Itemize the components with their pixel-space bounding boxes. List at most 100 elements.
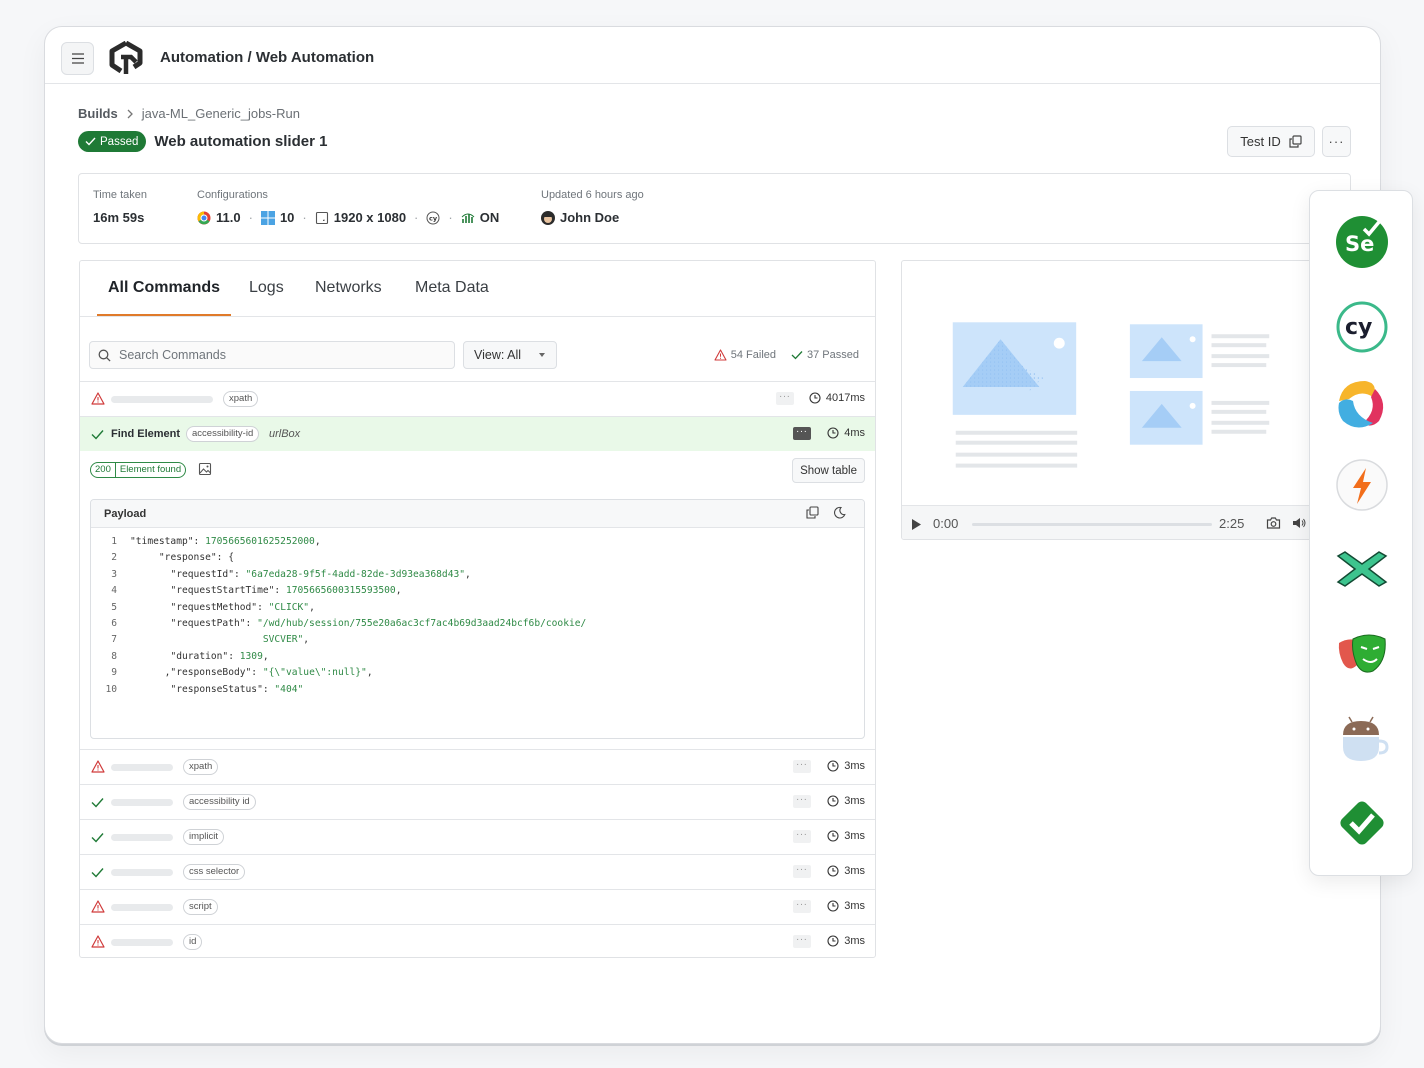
more-options-icon[interactable]: ··· [793, 795, 811, 808]
more-options-icon[interactable]: ··· [793, 760, 811, 773]
line-number: 4 [111, 585, 117, 597]
warning-icon [91, 935, 105, 948]
locator-pill: accessibility-id [186, 426, 260, 442]
code-line: 4 "requestStartTime": 170566560031559350… [91, 585, 864, 601]
locator-pill: implicit [183, 829, 225, 845]
line-number: 7 [111, 634, 117, 646]
view-select-label: View: All [474, 348, 522, 362]
screenshot-icon[interactable] [198, 462, 212, 476]
command-row[interactable]: xpath ··· 4017ms [80, 381, 875, 416]
test-id-button[interactable]: Test ID [1227, 126, 1315, 157]
xcuitest-icon[interactable] [1335, 542, 1389, 596]
camera-icon[interactable] [1266, 516, 1281, 530]
command-row[interactable]: xpath ··· 3ms [80, 749, 875, 784]
configurations-label: Configurations [197, 189, 268, 201]
clock-icon [827, 935, 839, 947]
menu-button[interactable] [61, 42, 94, 75]
duration-value: 4017ms [825, 392, 865, 404]
code-text: "response": { [158, 552, 234, 564]
command-name-placeholder [111, 939, 173, 946]
search-box[interactable] [89, 341, 455, 369]
playwright-icon[interactable] [1335, 627, 1389, 681]
user: John Doe [541, 210, 644, 225]
payload-title: Payload [104, 508, 147, 520]
more-options-icon[interactable]: ··· [793, 900, 811, 913]
test-id-label: Test ID [1240, 134, 1281, 149]
more-options-icon[interactable]: ··· [793, 935, 811, 948]
more-options-icon[interactable]: ··· [793, 830, 811, 843]
app-title: Automation / Web Automation [160, 49, 375, 66]
show-table-button[interactable]: Show table [792, 458, 865, 483]
warning-icon [91, 760, 105, 773]
updated-label: Updated 6 hours ago [541, 189, 644, 201]
dark-mode-icon[interactable] [833, 506, 846, 519]
video-controls: 0:00 2:25 [902, 505, 1320, 539]
failed-count[interactable]: 54 Failed [714, 349, 776, 361]
line-number: 9 [111, 667, 117, 679]
passed-count[interactable]: 37 Passed [791, 349, 859, 361]
duration-value: 3ms [844, 935, 865, 947]
play-icon[interactable] [911, 518, 922, 531]
result-counts: 54 Failed 37 Passed [714, 349, 859, 361]
command-duration: 3ms [827, 795, 865, 807]
command-duration: 3ms [827, 830, 865, 842]
code-line: 7 SVCVER", [91, 634, 864, 650]
espresso-icon[interactable] [1335, 711, 1389, 765]
test-header: Passed Web automation slider 1 [78, 131, 327, 152]
line-number: 2 [111, 552, 117, 564]
search-input[interactable] [119, 348, 439, 362]
more-options-button[interactable]: ··· [1322, 126, 1351, 157]
command-row[interactable]: id ··· 3ms [80, 924, 875, 959]
configurations-value: 11.0 · 10 · 1920 x 1080 · cy · ON [197, 210, 499, 225]
command-row[interactable]: Find Element accessibility-id urlBox ··· 4ms [80, 416, 875, 451]
tab-logs[interactable]: Logs [249, 279, 284, 297]
svg-text:cy: cy [429, 214, 438, 222]
testcafe-icon[interactable] [1335, 377, 1389, 431]
command-name-placeholder [111, 799, 173, 806]
status-badge: Passed [78, 131, 147, 152]
katalon-icon[interactable] [1335, 796, 1389, 850]
volume-icon[interactable] [1292, 517, 1306, 529]
breadcrumb-build[interactable]: java-ML_Generic_jobs-Run [142, 106, 300, 121]
code-line: 6 "requestPath": "/wd/hub/session/755e20… [91, 618, 864, 634]
tab-meta-data[interactable]: Meta Data [415, 279, 489, 297]
more-options-icon[interactable]: ··· [793, 427, 811, 440]
locator-pill: xpath [223, 391, 259, 407]
tab-all-commands[interactable]: All Commands [108, 279, 220, 297]
view-select[interactable]: View: All [463, 341, 557, 369]
command-duration: 4ms [827, 427, 865, 439]
command-row[interactable]: css selector ··· 3ms [80, 854, 875, 889]
network-icon [461, 213, 475, 223]
selenium-icon[interactable]: Se [1335, 215, 1389, 269]
check-icon [91, 798, 104, 808]
code-text: "requestId": "6a7eda28-9f5f-4add-82de-3d… [170, 568, 471, 580]
command-row[interactable]: script ··· 3ms [80, 889, 875, 924]
command-duration: 3ms [827, 865, 865, 877]
clock-icon [827, 900, 839, 912]
code-text: "timestamp": 1705665601625252000, [130, 536, 321, 547]
chrome-icon [197, 211, 211, 224]
time-taken: Time taken 16m 59s [93, 189, 147, 225]
browser-version: 11.0 [216, 210, 241, 225]
command-name-placeholder [111, 904, 173, 911]
copy-icon[interactable] [806, 506, 819, 519]
cypress-icon[interactable]: cy [1335, 300, 1389, 354]
status-icon [91, 865, 105, 879]
command-duration: 3ms [827, 760, 865, 772]
status-icon [91, 795, 105, 809]
nightwatch-icon[interactable] [1335, 458, 1389, 512]
video-player: 0:00 2:25 [901, 260, 1321, 540]
tab-networks[interactable]: Networks [315, 279, 382, 297]
locator-pill: accessibility id [183, 794, 256, 810]
locator-pill: id [183, 934, 203, 950]
video-progress-bar[interactable] [972, 523, 1212, 526]
command-row[interactable]: implicit ··· 3ms [80, 819, 875, 854]
warning-icon [714, 349, 727, 361]
command-row[interactable]: accessibility id ··· 3ms [80, 784, 875, 819]
clock-icon [827, 760, 839, 772]
breadcrumb-builds[interactable]: Builds [78, 106, 118, 121]
code-line: 9 ,"responseBody": "{\"value\":null}", [91, 667, 864, 683]
code-text: "duration": 1309, [170, 650, 269, 662]
more-options-icon[interactable]: ··· [776, 392, 794, 405]
more-options-icon[interactable]: ··· [793, 865, 811, 878]
